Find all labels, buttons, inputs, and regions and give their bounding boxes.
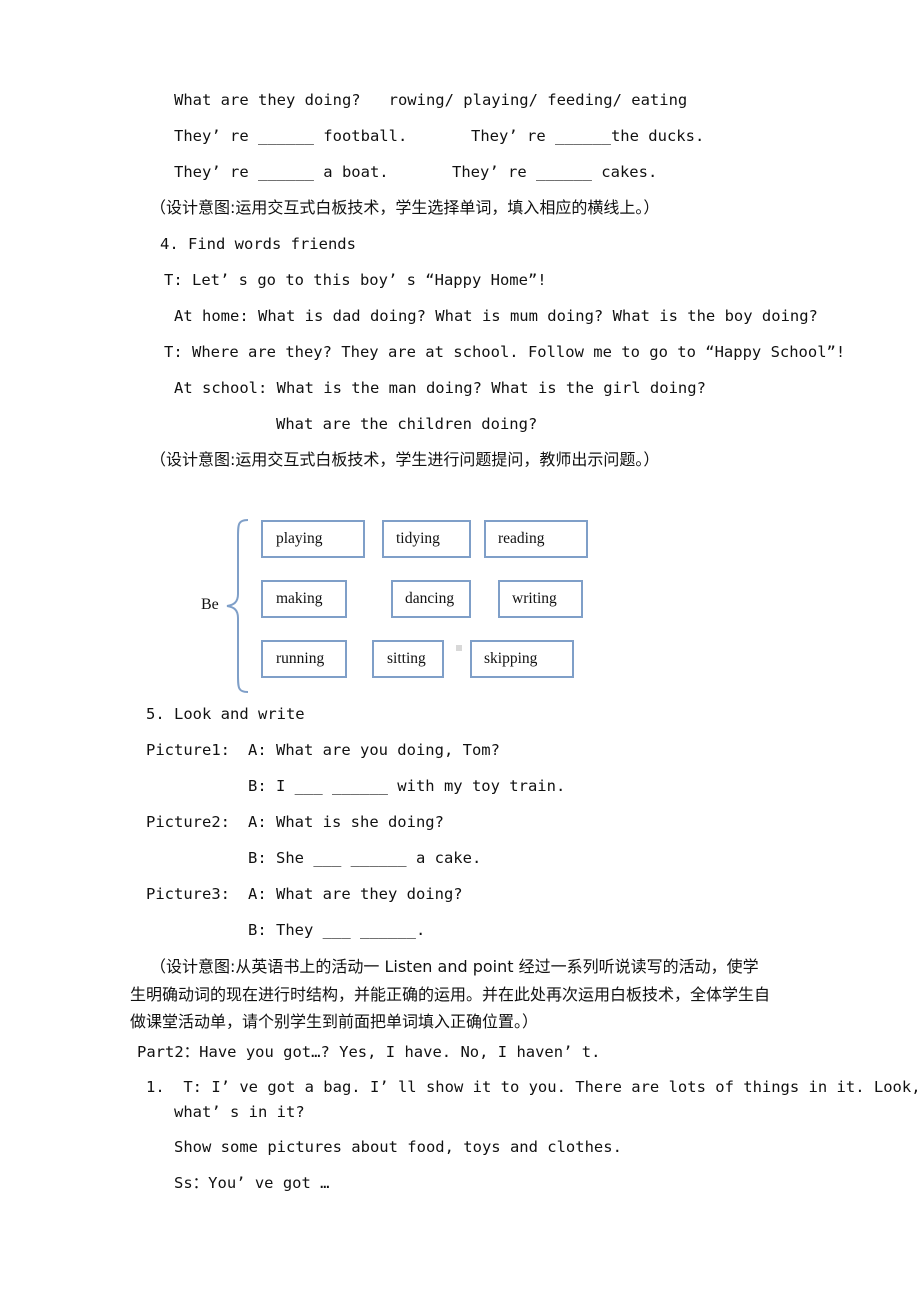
word-box-label: reading [498, 530, 545, 547]
word-box[interactable]: skipping [470, 640, 574, 678]
exercise-3-sentence: They’ re ______the ducks. [471, 127, 705, 145]
word-box[interactable]: writing [498, 580, 583, 618]
exercise-3-sentence: They’ re ______ a boat. [174, 163, 389, 181]
word-box[interactable]: playing [261, 520, 365, 558]
word-box[interactable]: tidying [382, 520, 471, 558]
question-line: A: What are they doing? [248, 885, 463, 903]
dialogue-line: what’ s in it? [174, 1103, 305, 1121]
exercise-5-heading: 5. Look and write [146, 705, 305, 723]
word-box[interactable]: making [261, 580, 347, 618]
part-2-heading: Part2：Have you got…? Yes, I have. No, I … [137, 1043, 601, 1061]
word-box[interactable]: running [261, 640, 347, 678]
question-line: A: What is she doing? [248, 813, 444, 831]
word-box-label: skipping [484, 650, 538, 667]
picture-label: Picture3: [146, 885, 230, 903]
design-note: （设计意图:从英语书上的活动一 Listen and point 经过一系列听说… [150, 957, 759, 976]
word-box-label: dancing [405, 590, 455, 607]
exercise-4-heading: 4. Find words friends [160, 235, 356, 253]
word-box[interactable]: sitting [372, 640, 444, 678]
word-box-label: sitting [387, 650, 426, 667]
dialogue-line: 1. T: I’ ve got a bag. I’ ll show it to … [146, 1078, 920, 1096]
diagram-root-label: Be [201, 596, 219, 613]
word-box-label: running [276, 650, 325, 667]
exercise-3-sentence: They’ re ______ cakes. [452, 163, 658, 181]
dialogue-line: T: Where are they? They are at school. F… [164, 343, 846, 361]
answer-line: B: I ___ ______ with my toy train. [248, 777, 566, 795]
word-box-label: making [276, 590, 323, 607]
picture-label: Picture1: [146, 741, 230, 759]
word-box[interactable]: reading [484, 520, 588, 558]
picture-label: Picture2: [146, 813, 230, 831]
word-box-label: playing [276, 530, 323, 547]
dialogue-line: At school: What is the man doing? What i… [174, 379, 706, 397]
design-note: （设计意图:运用交互式白板技术，学生进行问题提问，教师出示问题。） [150, 450, 660, 469]
answer-line: B: She ___ ______ a cake. [248, 849, 482, 867]
answer-line: B: They ___ ______. [248, 921, 426, 939]
brace-icon [226, 519, 249, 693]
dialogue-line: T: Let’ s go to this boy’ s “Happy Home”… [164, 271, 547, 289]
exercise-3-sentence: They’ re ______ football. [174, 127, 408, 145]
word-box-label: writing [512, 590, 557, 607]
instruction-line: Show some pictures about food, toys and … [174, 1138, 622, 1156]
question-line: A: What are you doing, Tom? [248, 741, 500, 759]
design-note: 做课堂活动单，请个别学生到前面把单词填入正确位置。） [130, 1012, 539, 1031]
dialogue-line: At home: What is dad doing? What is mum … [174, 307, 818, 325]
word-box[interactable]: dancing [391, 580, 471, 618]
word-box-label: tidying [396, 530, 440, 547]
dialogue-line: What are the children doing? [276, 415, 538, 433]
design-note: 生明确动词的现在进行时结构，并能正确的运用。并在此处再次运用白板技术，全体学生自 [130, 985, 771, 1004]
stray-mark [456, 645, 462, 651]
exercise-3-question: What are they doing? rowing/ playing/ fe… [174, 91, 688, 109]
dialogue-line: Ss：You’ ve got … [174, 1174, 330, 1192]
design-note: （设计意图:运用交互式白板技术，学生选择单词，填入相应的横线上。） [150, 198, 660, 217]
